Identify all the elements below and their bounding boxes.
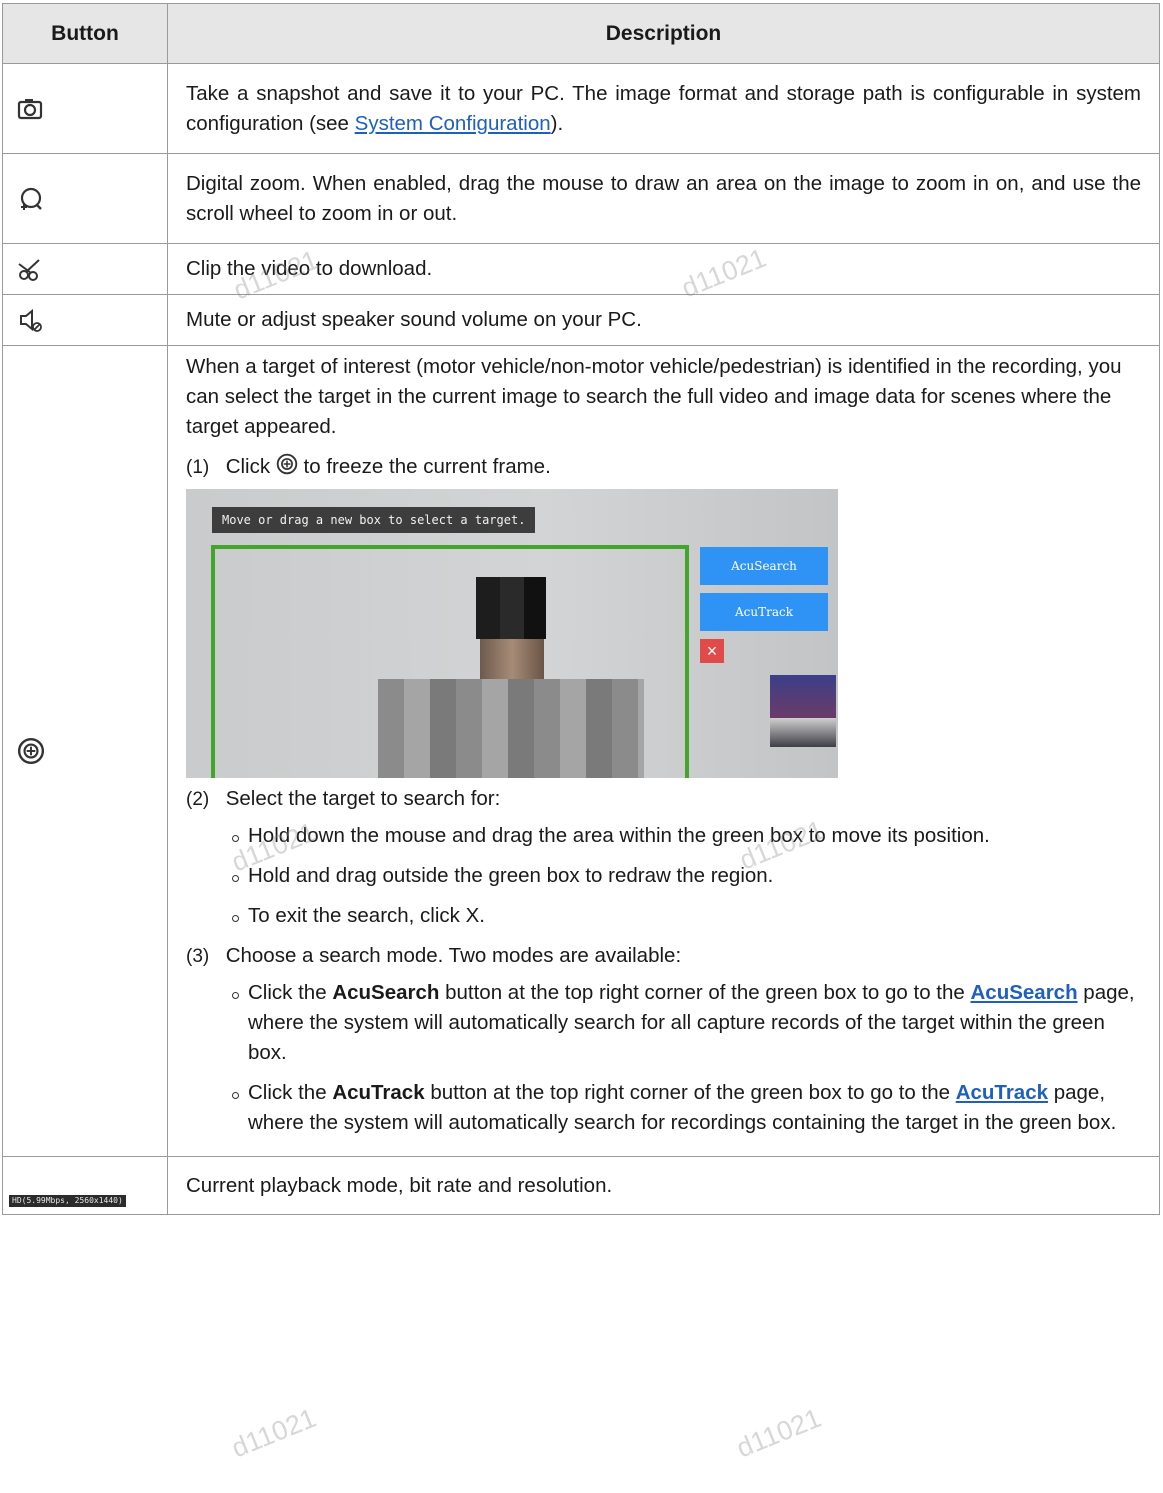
list-item: Click the AcuSearch button at the top ri…: [230, 978, 1141, 1068]
step-number: (3): [186, 946, 210, 967]
table-row-target-search: When a target of interest (motor vehicle…: [2, 345, 1160, 1157]
step-number: (1): [186, 457, 210, 478]
watermark: d11021: [732, 1402, 826, 1464]
icon-cell: [2, 243, 168, 295]
description-cell: Clip the video to download.: [167, 243, 1160, 295]
acusearch-link[interactable]: AcuSearch: [971, 981, 1078, 1004]
bullet-text: Click the: [248, 1081, 333, 1104]
step-2: (2) Select the target to search for:: [186, 784, 1141, 815]
icon-cell: [2, 63, 168, 154]
step-1-text-end: to freeze the current frame.: [303, 455, 551, 478]
icon-cell: HD(5.99Mbps, 2560x1440): [2, 1156, 168, 1215]
table-row-mute: Mute or adjust speaker sound volume on y…: [2, 294, 1160, 346]
scissors-icon[interactable]: [17, 256, 43, 282]
step-2-text: Select the target to search for:: [225, 787, 501, 810]
icon-cell: [2, 153, 168, 244]
watermark: d11021: [227, 1402, 321, 1464]
step-1: (1) Click to freeze the current frame.: [186, 452, 1141, 483]
acusearch-button[interactable]: AcuSearch: [700, 547, 828, 585]
zoom-text: Digital zoom. When enabled, drag the mou…: [186, 171, 1141, 225]
poster-image: [770, 675, 836, 747]
speaker-mute-icon[interactable]: [17, 307, 43, 333]
list-item: Click the AcuTrack button at the top rig…: [230, 1078, 1141, 1138]
description-cell: Digital zoom. When enabled, drag the mou…: [167, 153, 1160, 244]
target-intro: When a target of interest (motor vehicle…: [186, 355, 1122, 438]
icon-cell: [2, 294, 168, 346]
step-3-text: Choose a search mode. Two modes are avai…: [225, 944, 682, 967]
close-icon[interactable]: ×: [700, 639, 724, 663]
description-cell: Current playback mode, bit rate and reso…: [167, 1156, 1160, 1215]
table-row-snapshot: Take a snapshot and save it to your PC. …: [2, 63, 1160, 154]
table-row-zoom: Digital zoom. When enabled, drag the mou…: [2, 153, 1160, 244]
target-selection-screenshot: Move or drag a new box to select a targe…: [186, 489, 838, 778]
icon-cell: [2, 345, 168, 1157]
mute-text: Mute or adjust speaker sound volume on y…: [186, 308, 642, 331]
camera-icon[interactable]: [17, 96, 43, 122]
list-item: Hold down the mouse and drag the area wi…: [230, 821, 1141, 851]
clip-text: Clip the video to download.: [186, 257, 433, 280]
acutrack-button[interactable]: AcuTrack: [700, 593, 828, 631]
bullet-text: button at the top right corner of the gr…: [424, 1081, 956, 1104]
header-button: Button: [2, 3, 168, 64]
header-description: Description: [167, 3, 1160, 64]
snapshot-text-end: ).: [550, 111, 564, 135]
step-3: (3) Choose a search mode. Two modes are …: [186, 941, 1141, 972]
step-2-bullets: Hold down the mouse and drag the area wi…: [186, 821, 1141, 931]
target-search-icon: [276, 453, 298, 475]
description-cell: Mute or adjust speaker sound volume on y…: [167, 294, 1160, 346]
acutrack-link[interactable]: AcuTrack: [956, 1081, 1048, 1104]
green-selection-box[interactable]: [211, 545, 689, 778]
table-row-playback: HD(5.99Mbps, 2560x1440) Current playback…: [2, 1156, 1160, 1215]
description-cell: Take a snapshot and save it to your PC. …: [167, 63, 1160, 154]
bullet-text: Click the: [248, 981, 333, 1004]
system-configuration-link[interactable]: System Configuration: [355, 112, 551, 135]
bullet-bold: AcuTrack: [332, 1081, 425, 1104]
step-1-text: Click: [225, 455, 271, 478]
snapshot-text: Take a snapshot and save it to your PC. …: [186, 81, 1141, 135]
description-cell: When a target of interest (motor vehicle…: [167, 345, 1160, 1157]
list-item: To exit the search, click X.: [230, 901, 1141, 931]
target-search-icon[interactable]: [17, 737, 45, 765]
list-item: Hold and drag outside the green box to r…: [230, 861, 1141, 891]
playback-badge: HD(5.99Mbps, 2560x1440): [9, 1195, 126, 1207]
button-description-table: Button Description Take a snapshot and s…: [2, 3, 1160, 1215]
step-3-bullets: Click the AcuSearch button at the top ri…: [186, 978, 1141, 1138]
bullet-text: button at the top right corner of the gr…: [439, 981, 971, 1004]
digital-zoom-icon[interactable]: [17, 186, 43, 212]
bullet-bold: AcuSearch: [332, 981, 440, 1004]
selection-tip: Move or drag a new box to select a targe…: [212, 507, 536, 533]
playback-text: Current playback mode, bit rate and reso…: [186, 1173, 613, 1197]
step-number: (2): [186, 789, 210, 810]
table-row-clip: Clip the video to download.: [2, 243, 1160, 295]
